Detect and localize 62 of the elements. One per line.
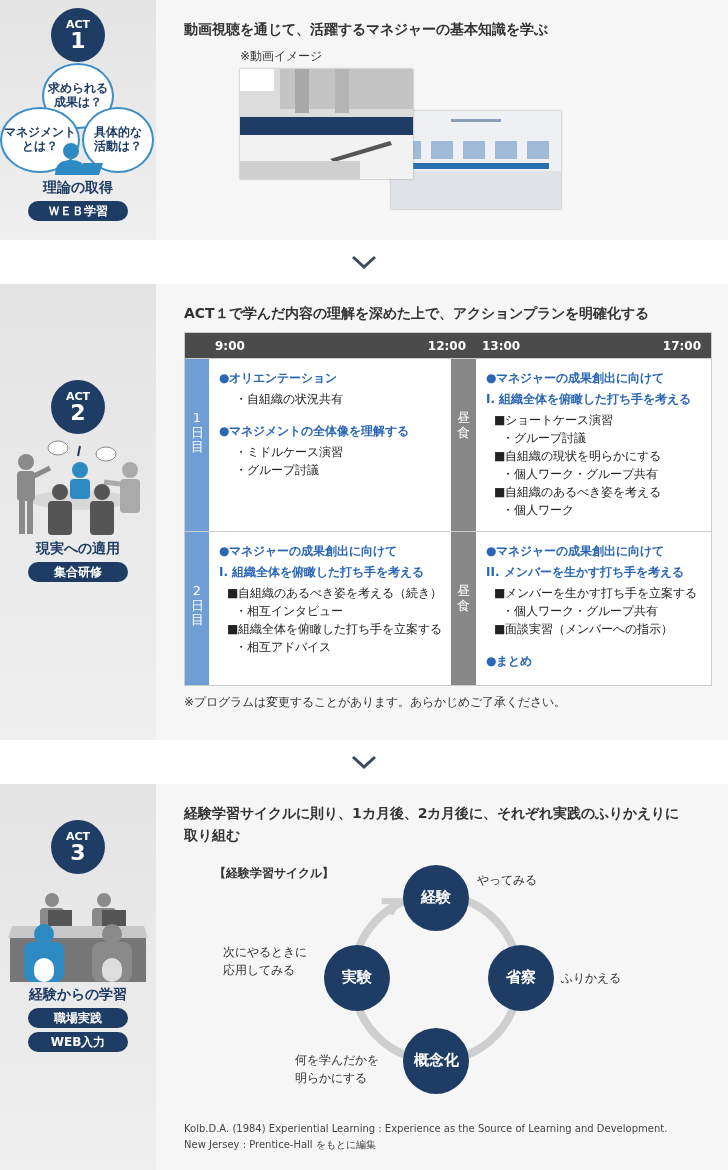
citation: New Jersey : Prentice-Hall をもとに編集 bbox=[184, 1137, 377, 1152]
act-badge: ACT 2 bbox=[51, 380, 105, 434]
cycle-stage: 概念化 bbox=[403, 1027, 469, 1094]
time-label: 9:00 bbox=[215, 338, 245, 353]
section-heading: 経験学習サイクルに則り、1カ月後、2カ月後に、それぞれ実践のふりかえりに取り組む bbox=[184, 804, 681, 846]
agenda-item: ・ミドルケース演習 bbox=[234, 444, 344, 462]
chevron-down-icon bbox=[351, 255, 377, 269]
time-label: 17:00 bbox=[662, 338, 701, 353]
stage-caption: 何を学んだかを明らかにする bbox=[295, 1051, 380, 1087]
chevron-down-icon bbox=[351, 755, 377, 769]
agenda-item: ■自組織のあるべき姿を考える bbox=[493, 484, 663, 502]
question-bubble: 具体的な活動は？ bbox=[82, 107, 154, 173]
agenda-item: ●マネジメントの全体像を理解する bbox=[219, 423, 411, 441]
act-badge: ACT 3 bbox=[51, 820, 105, 874]
agenda-item: ■組織全体を俯瞰した打ち手を立案する bbox=[226, 621, 444, 639]
agenda-item: ・グループ討議 bbox=[501, 430, 587, 448]
lunch-label: 昼食 bbox=[451, 532, 476, 686]
agenda-item: ■面談実習（メンバーへの指示） bbox=[493, 621, 675, 639]
cycle-stage: 省察 bbox=[488, 944, 554, 1011]
day-label: 1日目 bbox=[185, 359, 209, 532]
act-title: 現実への適用 bbox=[36, 540, 120, 558]
time-label: 13:00 bbox=[482, 338, 521, 353]
agenda-item: ●オリエンテーション bbox=[219, 370, 339, 388]
agenda-item: ■自組織のあるべき姿を考える（続き） bbox=[226, 585, 444, 603]
lunch-label: 昼食 bbox=[451, 359, 476, 532]
agenda-item: ・個人ワーク・グループ共有 bbox=[501, 466, 659, 484]
agenda-item: ・個人ワーク・グループ共有 bbox=[501, 603, 659, 621]
act-title: 理論の取得 bbox=[43, 179, 113, 197]
agenda-item: ・グループ討議 bbox=[234, 462, 320, 480]
agenda-item: ●まとめ bbox=[486, 653, 534, 671]
cycle-stage: 実験 bbox=[324, 944, 390, 1011]
stage-caption: 次にやるときに応用してみる bbox=[223, 943, 308, 979]
citation: Kolb.D.A. (1984) Experiential Learning : Experience as the Source of Learning and Development. bbox=[184, 1121, 669, 1136]
agenda-item: I. 組織全体を俯瞰した打ち手を考える bbox=[486, 391, 693, 409]
agenda-item: ●マネジャーの成果創出に向けて bbox=[486, 370, 666, 388]
agenda-item: ・個人ワーク bbox=[501, 502, 575, 520]
day-label: 2日目 bbox=[185, 532, 209, 686]
format-tag: 集合研修 bbox=[28, 562, 128, 582]
stage-caption: やってみる bbox=[477, 871, 538, 889]
agenda-item: ■ショートケース演習 bbox=[493, 412, 615, 430]
agenda-item: ●マネジャーの成果創出に向けて bbox=[219, 543, 399, 561]
cycle-title: 【経験学習サイクル】 bbox=[214, 864, 334, 882]
act-title: 経験からの学習 bbox=[29, 986, 127, 1004]
agenda-item: I. 組織全体を俯瞰した打ち手を考える bbox=[219, 564, 426, 582]
section-heading: ACT１で学んだ内容の理解を深めた上で、アクションプランを明確化する bbox=[184, 304, 650, 323]
format-tag: WEB入力 bbox=[28, 1032, 128, 1052]
format-tag: 職場実践 bbox=[28, 1008, 128, 1028]
agenda-item: ■メンバーを生かす打ち手を立案する bbox=[493, 585, 699, 603]
schedule-note: ※プログラムは変更することがあります。あらかじめご了承ください。 bbox=[184, 694, 568, 712]
agenda-item: ・相互インタビュー bbox=[234, 603, 344, 621]
stage-caption: ふりかえる bbox=[561, 969, 622, 987]
video-caption: ※動画イメージ bbox=[240, 48, 324, 66]
agenda-item: ■自組織の現状を明らかにする bbox=[493, 448, 663, 466]
agenda-item: ●マネジャーの成果創出に向けて bbox=[486, 543, 666, 561]
time-label: 12:00 bbox=[427, 338, 466, 353]
agenda-item: II. メンバーを生かす打ち手を考える bbox=[486, 564, 685, 582]
agenda-item: ・相互アドバイス bbox=[234, 639, 332, 657]
cycle-stage: 経験 bbox=[403, 864, 469, 931]
section-heading: 動画視聴を通じて、活躍するマネジャーの基本知識を学ぶ bbox=[184, 20, 549, 39]
format-tag: ＷＥＢ学習 bbox=[28, 201, 128, 221]
act-badge: ACT 1 bbox=[51, 8, 105, 62]
agenda-item: ・自組織の状況共有 bbox=[234, 391, 344, 409]
